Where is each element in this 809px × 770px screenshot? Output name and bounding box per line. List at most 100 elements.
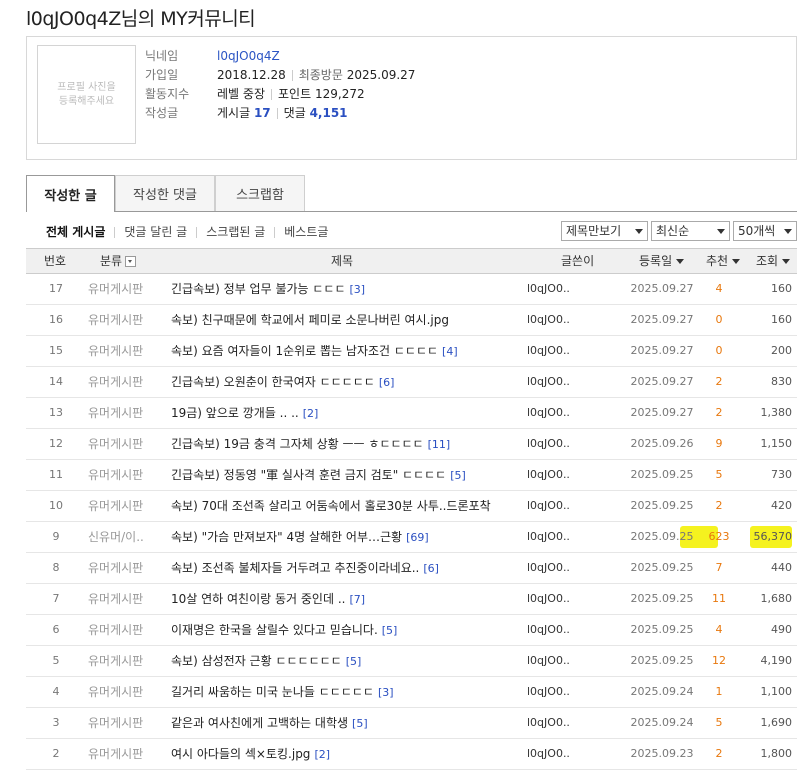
post-title-link[interactable]: 긴급속보) 19금 충격 그자체 상황 ㅡㅡ ㅎㄷㄷㄷㄷ [11] [171,429,523,460]
post-category[interactable]: 신유머/이.. [88,522,168,552]
header-date[interactable]: 등록일 [639,249,685,273]
post-writer[interactable]: l0qJO0.. [527,677,607,707]
post-title-link[interactable]: 속보) 요즘 여자들이 1순위로 뽑는 남자조건 ㄷㄷㄷㄷ [4] [171,336,523,367]
dropdown-icon[interactable] [125,256,137,267]
table-row[interactable]: 3 유머게시판 같은과 여사친에게 고백하는 대학생 [5] l0qJO0.. 2025.… [26,708,797,739]
post-title-link[interactable]: 속보) 친구때문에 학교에서 페미로 소문나버린 여시.jpg [171,305,523,336]
table-row[interactable]: 15 유머게시판 속보) 요즘 여자들이 1순위로 뽑는 남자조건 ㄷㄷㄷㄷ [4] l… [26,336,797,367]
post-title-link[interactable]: 속보) 70대 조선족 살리고 어둠속에서 홀로30분 사투..드론포착 [171,491,523,522]
post-title[interactable]: 10살 연하 여친이랑 동거 중인데 .. [171,592,345,606]
post-category[interactable]: 유머게시판 [88,646,168,676]
post-title[interactable]: 속보) 삼성전자 근황 ㄷㄷㄷㄷㄷㄷ [171,654,342,668]
comment-count[interactable]: [11] [428,438,451,451]
tab-my-comments[interactable]: 작성한 댓글 [115,175,215,211]
post-title-link[interactable]: 10살 연하 여친이랑 동거 중인데 .. [7] [171,584,523,615]
view-mode-select[interactable]: 제목만보기 [561,221,648,241]
post-category[interactable]: 유머게시판 [88,398,168,428]
posts-count[interactable]: 17 [254,106,271,120]
post-title-link[interactable]: 속보) "가슴 만져보자" 4명 살해한 어부…근황 [69] [171,522,523,553]
comment-count[interactable]: [5] [450,469,466,482]
table-row[interactable]: 13 유머게시판 19금) 앞으로 깡개들 .. .. [2] l0qJO0.. 2025… [26,398,797,429]
post-writer[interactable]: l0qJO0.. [527,708,607,738]
comment-count[interactable]: [6] [379,376,395,389]
table-row[interactable]: 12 유머게시판 긴급속보) 19금 충격 그자체 상황 ㅡㅡ ㅎㄷㄷㄷㄷ [11] l… [26,429,797,460]
post-writer[interactable]: l0qJO0.. [527,522,607,552]
comment-count[interactable]: [2] [303,407,319,420]
header-recommend[interactable]: 추천 [706,249,741,273]
post-category[interactable]: 유머게시판 [88,615,168,645]
post-category[interactable]: 유머게시판 [88,305,168,335]
post-title[interactable]: 19금) 앞으로 깡개들 .. .. [171,406,299,420]
table-row[interactable]: 14 유머게시판 긴급속보) 오원춘이 한국여자 ㄷㄷㄷㄷㄷ [6] l0qJO0.. 2… [26,367,797,398]
post-writer[interactable]: l0qJO0.. [527,336,607,366]
post-category[interactable]: 유머게시판 [88,553,168,583]
table-row[interactable]: 6 유머게시판 이재명은 한국을 살릴수 있다고 믿습니다. [5] l0qJO0.. 2… [26,615,797,646]
post-category[interactable]: 유머게시판 [88,677,168,707]
post-title[interactable]: 여시 아다들의 섹×토킹.jpg [171,747,310,761]
post-category[interactable]: 유머게시판 [88,336,168,366]
post-title[interactable]: 이재명은 한국을 살릴수 있다고 믿습니다. [171,623,378,637]
post-title-link[interactable]: 여시 아다들의 섹×토킹.jpg [2] [171,739,523,770]
post-writer[interactable]: l0qJO0.. [527,367,607,397]
post-category[interactable]: 유머게시판 [88,460,168,490]
post-category[interactable]: 유머게시판 [88,367,168,397]
post-title-link[interactable]: 길거리 싸움하는 미국 눈나들 ㄷㄷㄷㄷㄷ [3] [171,677,523,708]
comments-count[interactable]: 4,151 [310,106,348,120]
post-title[interactable]: 길거리 싸움하는 미국 눈나들 ㄷㄷㄷㄷㄷ [171,685,374,699]
post-title-link[interactable]: 긴급속보) 오원춘이 한국여자 ㄷㄷㄷㄷㄷ [6] [171,367,523,398]
post-writer[interactable]: l0qJO0.. [527,398,607,428]
comment-count[interactable]: [3] [350,283,366,296]
post-title-link[interactable]: 긴급속보) 정부 업무 불가능 ㄷㄷㄷ [3] [171,274,523,305]
post-writer[interactable]: l0qJO0.. [527,491,607,521]
table-row[interactable]: 16 유머게시판 속보) 친구때문에 학교에서 페미로 소문나버린 여시.jpg l0… [26,305,797,336]
post-title[interactable]: 속보) "가슴 만져보자" 4명 살해한 어부…근황 [171,530,402,544]
post-category[interactable]: 유머게시판 [88,274,168,304]
table-row[interactable]: 2 유머게시판 여시 아다들의 섹×토킹.jpg [2] l0qJO0.. 2025.09… [26,739,797,770]
post-title-link[interactable]: 속보) 조선족 불체자들 거두려고 추진중이라네요.. [6] [171,553,523,584]
comment-count[interactable]: [6] [423,562,439,575]
table-row[interactable]: 11 유머게시판 긴급속보) 정동영 "軍 실사격 훈련 금지 검토" ㄷㄷㄷㄷ [5… [26,460,797,491]
comment-count[interactable]: [5] [382,624,398,637]
subnav-scrapped-posts[interactable]: 스크랩된 글 [206,225,265,239]
post-writer[interactable]: l0qJO0.. [527,305,607,335]
header-views[interactable]: 조회 [756,249,791,273]
comment-count[interactable]: [5] [346,655,362,668]
table-row[interactable]: 5 유머게시판 속보) 삼성전자 근황 ㄷㄷㄷㄷㄷㄷ [5] l0qJO0.. 2025.… [26,646,797,677]
post-category[interactable]: 유머게시판 [88,429,168,459]
table-row[interactable]: 10 유머게시판 속보) 70대 조선족 살리고 어둠속에서 홀로30분 사투..드… [26,491,797,522]
post-writer[interactable]: l0qJO0.. [527,429,607,459]
post-title-link[interactable]: 같은과 여사친에게 고백하는 대학생 [5] [171,708,523,739]
post-title[interactable]: 속보) 친구때문에 학교에서 페미로 소문나버린 여시.jpg [171,313,449,327]
post-title[interactable]: 속보) 조선족 불체자들 거두려고 추진중이라네요.. [171,561,419,575]
post-title-link[interactable]: 이재명은 한국을 살릴수 있다고 믿습니다. [5] [171,615,523,646]
post-title[interactable]: 긴급속보) 19금 충격 그자체 상황 ㅡㅡ ㅎㄷㄷㄷㄷ [171,437,424,451]
comment-count[interactable]: [7] [349,593,365,606]
subnav-all-posts[interactable]: 전체 게시글 [46,225,105,239]
page-size-select[interactable]: 50개씩 [733,221,797,241]
profile-photo-placeholder[interactable]: 프로필 사진을 등록해주세요 [37,45,136,144]
comment-count[interactable]: [4] [442,345,458,358]
comment-count[interactable]: [5] [352,717,368,730]
comment-count[interactable]: [69] [406,531,429,544]
table-row[interactable]: 4 유머게시판 길거리 싸움하는 미국 눈나들 ㄷㄷㄷㄷㄷ [3] l0qJO0.. 20… [26,677,797,708]
post-writer[interactable]: l0qJO0.. [527,553,607,583]
post-category[interactable]: 유머게시판 [88,491,168,521]
table-row[interactable]: 17 유머게시판 긴급속보) 정부 업무 불가능 ㄷㄷㄷ [3] l0qJO0.. 202… [26,274,797,305]
post-title[interactable]: 긴급속보) 정부 업무 불가능 ㄷㄷㄷ [171,282,346,296]
post-writer[interactable]: l0qJO0.. [527,646,607,676]
post-title[interactable]: 속보) 70대 조선족 살리고 어둠속에서 홀로30분 사투..드론포착 [171,499,491,513]
post-title[interactable]: 긴급속보) 정동영 "軍 실사격 훈련 금지 검토" ㄷㄷㄷㄷ [171,468,446,482]
post-title[interactable]: 속보) 요즘 여자들이 1순위로 뽑는 남자조건 ㄷㄷㄷㄷ [171,344,438,358]
post-title[interactable]: 긴급속보) 오원춘이 한국여자 ㄷㄷㄷㄷㄷ [171,375,375,389]
table-row[interactable]: 8 유머게시판 속보) 조선족 불체자들 거두려고 추진중이라네요.. [6] l0qJ… [26,553,797,584]
post-category[interactable]: 유머게시판 [88,708,168,738]
post-title-link[interactable]: 19금) 앞으로 깡개들 .. .. [2] [171,398,523,429]
subnav-commented-posts[interactable]: 댓글 달린 글 [124,225,187,239]
subnav-best-posts[interactable]: 베스트글 [284,225,328,239]
tab-my-posts[interactable]: 작성한 글 [26,175,115,212]
tab-scraps[interactable]: 스크랩함 [215,175,305,211]
sort-select[interactable]: 최신순 [651,221,730,241]
nickname-value[interactable]: l0qJO0q4Z [217,49,280,63]
table-row[interactable]: 7 유머게시판 10살 연하 여친이랑 동거 중인데 .. [7] l0qJO0.. 20… [26,584,797,615]
comment-count[interactable]: [3] [378,686,394,699]
